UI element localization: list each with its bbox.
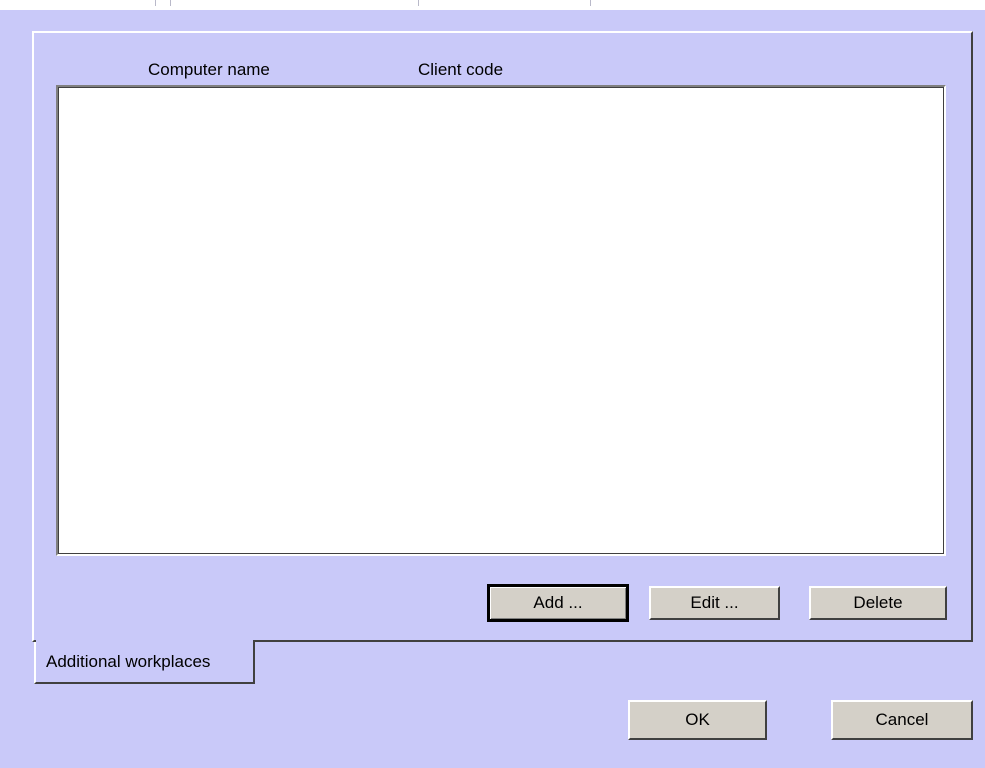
column-header-client-code[interactable]: Client code bbox=[418, 60, 503, 80]
divider bbox=[170, 0, 171, 6]
column-header-computer-name[interactable]: Computer name bbox=[148, 60, 270, 80]
divider bbox=[418, 0, 419, 6]
top-strip bbox=[0, 0, 985, 10]
divider bbox=[590, 0, 591, 6]
tab-label: Additional workplaces bbox=[46, 652, 211, 671]
cancel-button[interactable]: Cancel bbox=[831, 700, 973, 740]
workplaces-list[interactable] bbox=[56, 85, 946, 556]
tab-additional-workplaces[interactable]: Additional workplaces bbox=[34, 642, 255, 684]
edit-button[interactable]: Edit ... bbox=[649, 586, 780, 620]
add-button[interactable]: Add ... bbox=[487, 584, 629, 622]
delete-button[interactable]: Delete bbox=[809, 586, 947, 620]
ok-button[interactable]: OK bbox=[628, 700, 767, 740]
divider bbox=[155, 0, 156, 6]
